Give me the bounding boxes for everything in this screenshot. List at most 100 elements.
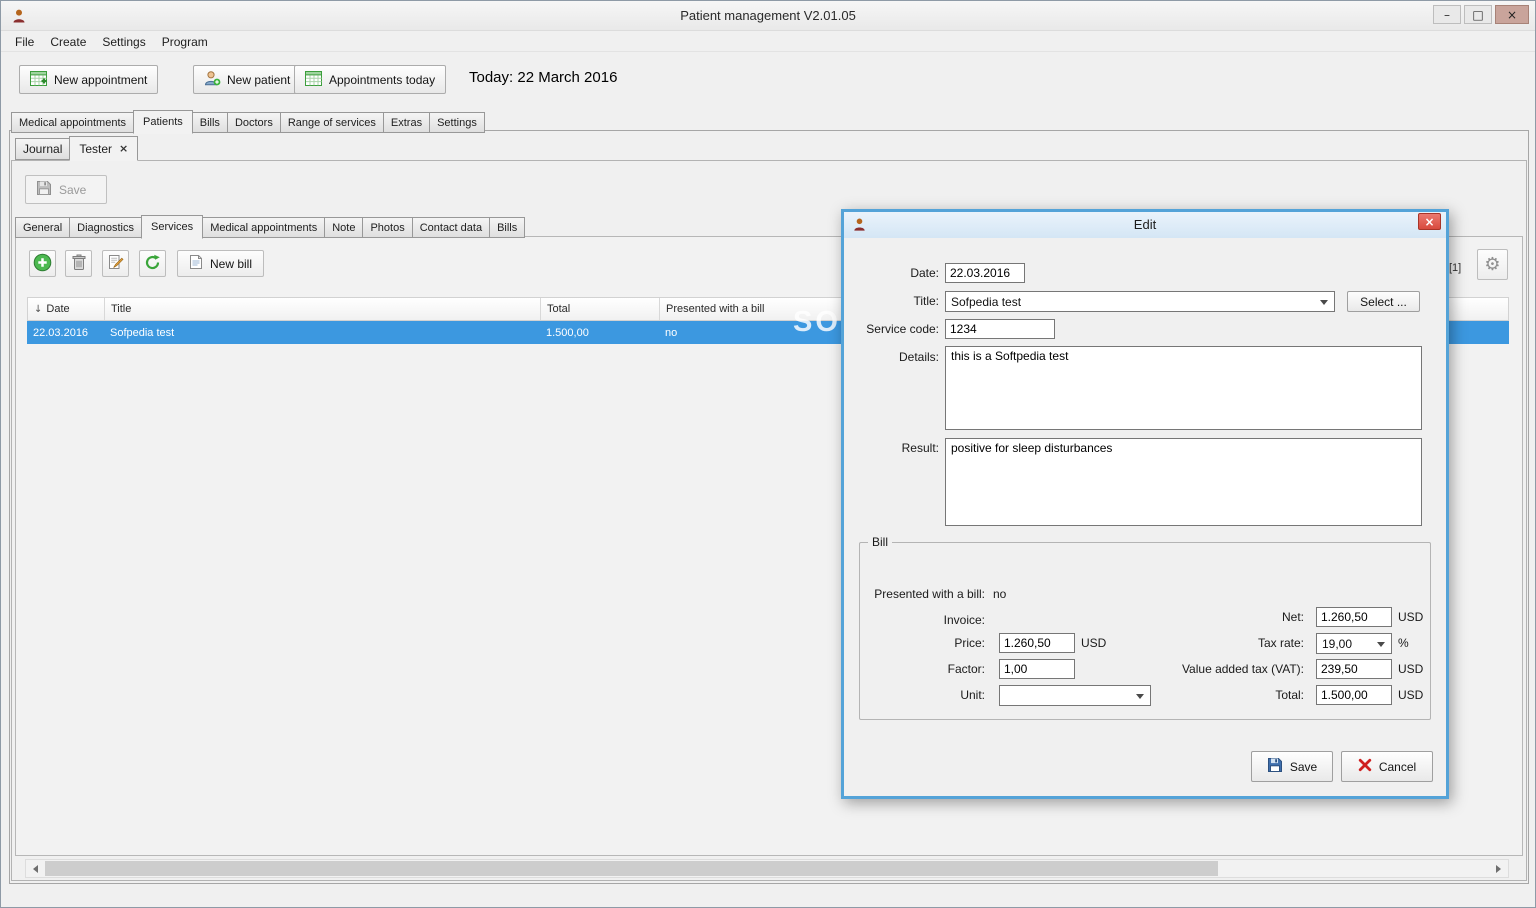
person-plus-icon (204, 70, 221, 90)
select-button[interactable]: Select ... (1347, 291, 1420, 312)
tab-settings[interactable]: Settings (429, 112, 485, 133)
scrollbar-thumb[interactable] (45, 861, 1218, 876)
cancel-x-icon (1358, 758, 1372, 775)
new-patient-button[interactable]: New patient (193, 65, 302, 94)
column-header-date[interactable]: ↓ Date (28, 298, 105, 320)
minimize-button[interactable]: – (1433, 5, 1461, 24)
grid-settings-button[interactable]: ⚙ (1477, 249, 1508, 280)
menu-settings[interactable]: Settings (94, 33, 153, 51)
bill-document-icon (189, 254, 203, 273)
factor-input[interactable] (999, 659, 1075, 679)
presented-with-bill-label: Presented with a bill: (874, 587, 985, 601)
price-input[interactable] (999, 633, 1075, 653)
date-input[interactable] (945, 263, 1025, 283)
column-header-date-label: Date (46, 303, 70, 315)
details-textarea[interactable]: this is a Softpedia test (945, 346, 1422, 430)
patient-tabstrip: Journal Tester × (15, 136, 139, 161)
column-header-presented-label: Presented with a bill (666, 303, 765, 315)
dialog-save-button[interactable]: Save (1251, 751, 1333, 782)
dialog-cancel-button[interactable]: Cancel (1341, 751, 1433, 782)
edit-service-button[interactable] (102, 250, 129, 277)
scroll-right-arrow-icon (1496, 864, 1501, 873)
close-button[interactable]: × (1495, 5, 1529, 24)
appointments-today-button[interactable]: Appointments today (294, 65, 447, 94)
tab-photos[interactable]: Photos (362, 217, 413, 238)
delete-service-button[interactable] (65, 250, 92, 277)
tab-journal[interactable]: Journal (15, 138, 71, 160)
title-label: Title: (913, 294, 939, 308)
cell-total: 1.500,00 (546, 326, 589, 339)
tab-patients[interactable]: Patients (133, 110, 193, 134)
calendar-plus-icon (30, 70, 48, 90)
total-input[interactable] (1316, 685, 1392, 705)
tab-extras[interactable]: Extras (382, 112, 431, 133)
new-appointment-button[interactable]: New appointment (19, 65, 159, 94)
new-bill-label: New bill (210, 256, 253, 271)
today-date-label: Today: 22 March 2016 (469, 69, 618, 86)
service-code-input[interactable] (945, 319, 1055, 339)
title-combobox[interactable]: Sofpedia test (945, 291, 1335, 312)
tax-rate-combobox-value: 19,00 (1322, 636, 1353, 651)
tax-rate-combobox[interactable]: 19,00 (1316, 633, 1392, 654)
scroll-left-button[interactable] (26, 860, 45, 877)
chevron-down-icon (1320, 300, 1328, 305)
add-service-button[interactable] (29, 250, 56, 277)
maximize-button[interactable]: □ (1464, 5, 1492, 24)
dialog-close-button[interactable]: × (1418, 213, 1441, 230)
horizontal-scrollbar[interactable] (25, 859, 1509, 878)
save-button[interactable]: Save (25, 175, 107, 204)
floppy-disabled-icon (36, 180, 52, 199)
details-label: Details: (898, 350, 939, 364)
menu-file[interactable]: File (7, 33, 42, 51)
tab-range-of-services[interactable]: Range of services (279, 112, 384, 133)
add-icon (33, 253, 52, 275)
tab-general[interactable]: General (15, 217, 71, 238)
tab-diagnostics[interactable]: Diagnostics (69, 217, 142, 238)
tab-doctors[interactable]: Doctors (226, 112, 281, 133)
date-label: Date: (910, 266, 939, 280)
tab-note[interactable]: Note (324, 217, 364, 238)
column-header-total[interactable]: Total (541, 298, 660, 320)
net-input[interactable] (1316, 607, 1392, 627)
main-tabstrip: Medical appointments Patients Bills Doct… (11, 110, 485, 134)
total-currency-label: USD (1398, 688, 1424, 702)
menu-create[interactable]: Create (42, 33, 94, 51)
tab-tester[interactable]: Tester × (69, 136, 139, 161)
refresh-icon (144, 254, 161, 274)
vat-input[interactable] (1316, 659, 1392, 679)
edit-dialog: Edit × Date: Title: Sofpedia test Select… (841, 209, 1449, 799)
tab-contact-data[interactable]: Contact data (411, 217, 491, 238)
dialog-save-label: Save (1289, 759, 1318, 774)
floppy-icon (1267, 757, 1283, 776)
window-title: Patient management V2.01.05 (680, 8, 856, 23)
tab-close-icon[interactable]: × (119, 142, 128, 155)
tab-services[interactable]: Services (141, 215, 204, 239)
dialog-cancel-label: Cancel (1378, 759, 1417, 774)
tab-bills-inner[interactable]: Bills (489, 217, 526, 238)
cell-title: Sofpedia test (110, 326, 175, 339)
new-appointment-label: New appointment (54, 72, 148, 87)
new-patient-label: New patient (227, 72, 291, 87)
tab-medical-appointments-inner[interactable]: Medical appointments (202, 217, 326, 238)
tab-medical-appointments[interactable]: Medical appointments (11, 112, 135, 133)
dialog-titlebar[interactable]: Edit × (844, 212, 1446, 238)
dialog-title: Edit (1133, 217, 1157, 232)
tab-bills[interactable]: Bills (191, 112, 228, 133)
result-label: Result: (901, 441, 939, 455)
vat-label: Value added tax (VAT): (1181, 662, 1304, 676)
toolbar: New appointment New patient Appointments… (1, 53, 1535, 105)
new-bill-button[interactable]: New bill (177, 250, 265, 277)
chevron-down-icon (1377, 642, 1385, 647)
calendar-icon (305, 70, 323, 90)
menubar: File Create Settings Program (1, 32, 1535, 52)
total-label: Total: (1275, 688, 1304, 702)
save-label: Save (59, 182, 87, 197)
scroll-right-button[interactable] (1489, 860, 1508, 877)
refresh-button[interactable] (139, 250, 166, 277)
titlebar: Patient management V2.01.05 – □ × (1, 1, 1535, 31)
scroll-left-arrow-icon (33, 864, 38, 873)
result-textarea[interactable]: positive for sleep disturbances (945, 438, 1422, 526)
column-header-title[interactable]: Title (105, 298, 541, 320)
price-label: Price: (954, 636, 985, 650)
menu-program[interactable]: Program (154, 33, 216, 51)
